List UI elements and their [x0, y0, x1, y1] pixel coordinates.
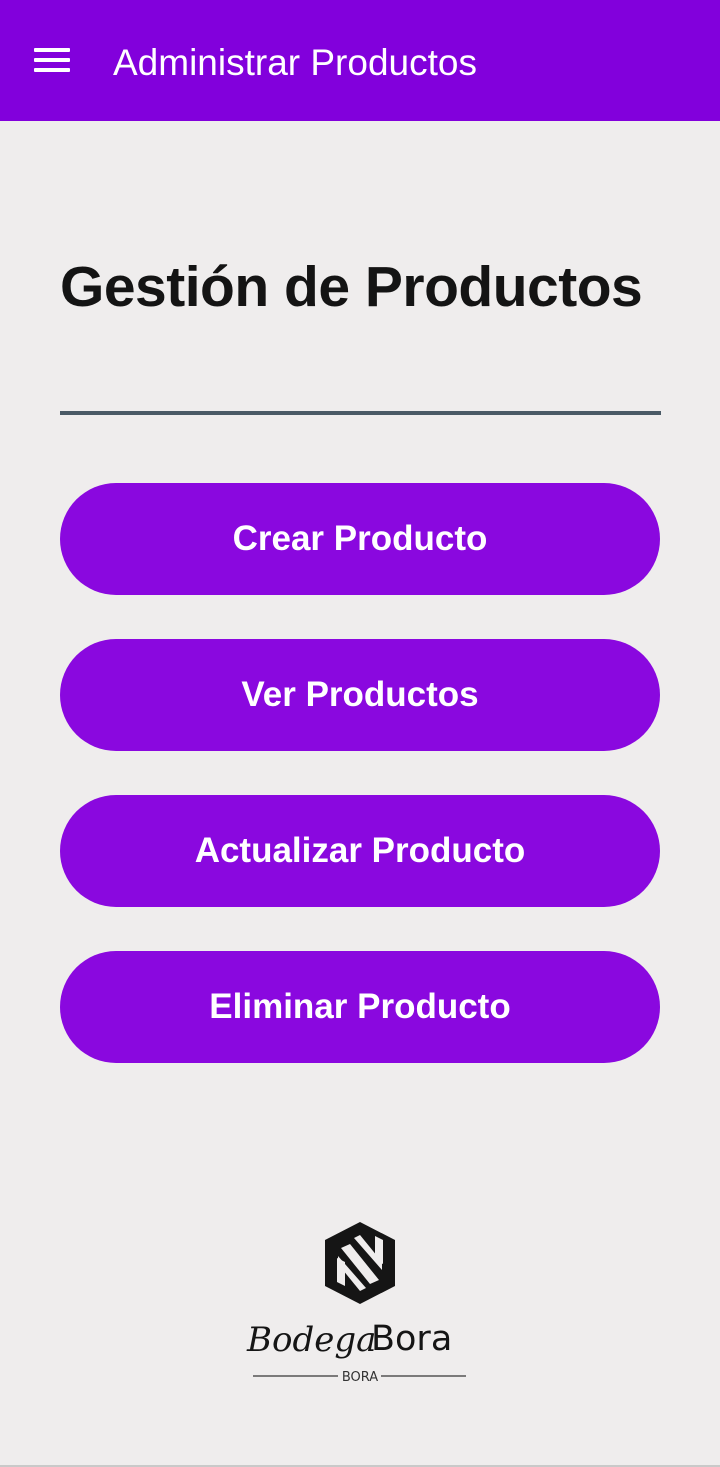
app-bar-title: Administrar Productos — [113, 42, 477, 83]
heading-divider — [60, 411, 661, 415]
view-products-button[interactable]: Ver Productos — [60, 639, 660, 751]
logo-emblem-icon — [325, 1222, 395, 1304]
app-bar: Administrar Productos — [0, 0, 720, 121]
update-product-button[interactable]: Actualizar Producto — [60, 795, 660, 907]
delete-product-button[interactable]: Eliminar Producto — [60, 951, 660, 1063]
hamburger-menu-icon[interactable] — [34, 48, 70, 74]
page-title: Gestión de Productos — [60, 255, 643, 319]
logo-brand-bold: Bora — [371, 1319, 452, 1359]
bodega-bora-logo: Bodega Bora BORA — [240, 1218, 480, 1388]
logo-subtitle: BORA — [342, 1370, 378, 1385]
logo-brand-script: Bodega — [246, 1320, 376, 1360]
create-product-button[interactable]: Crear Producto — [60, 483, 660, 595]
